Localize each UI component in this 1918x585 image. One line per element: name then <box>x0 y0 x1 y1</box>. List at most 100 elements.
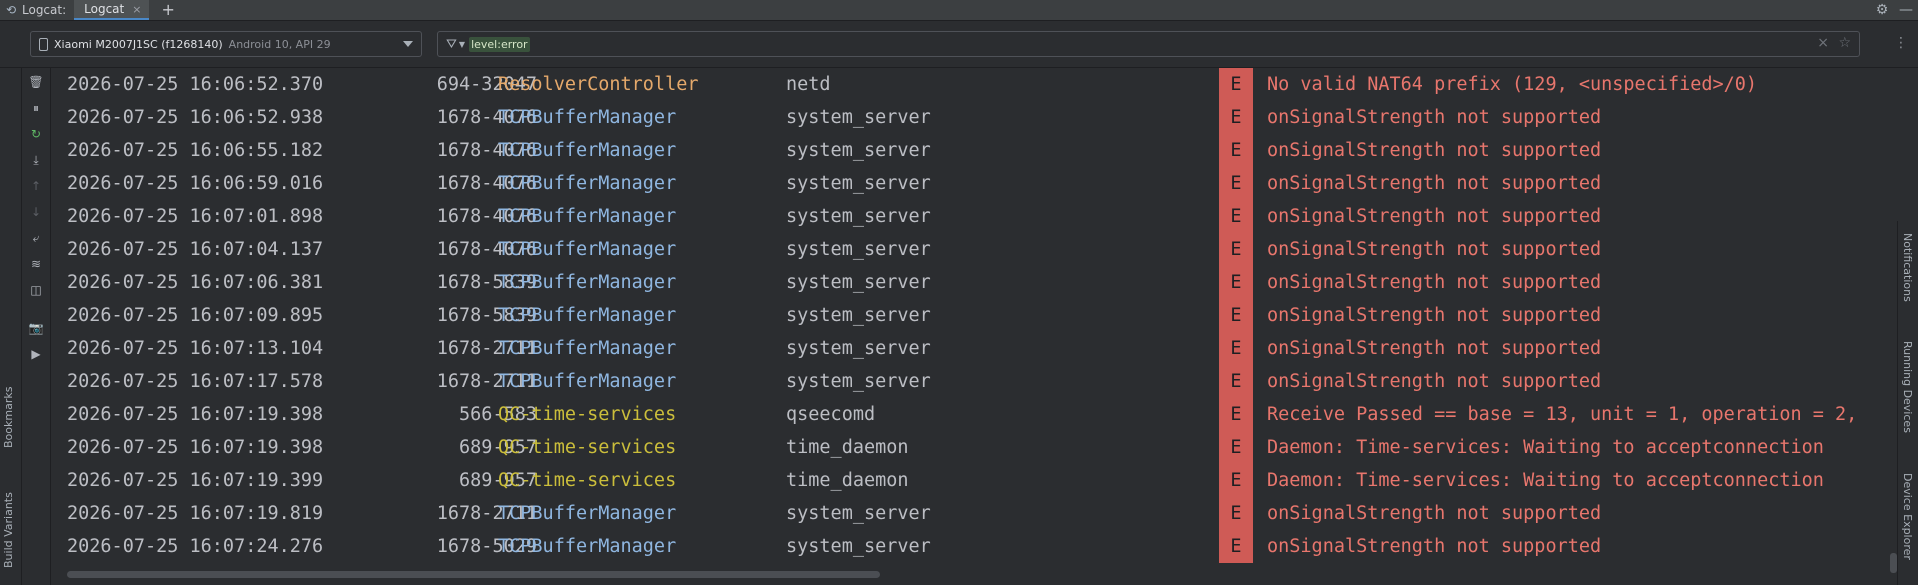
log-timestamp: 2026-07-25 16:07:19.399 <box>67 470 324 491</box>
restart-icon[interactable]: ↻ <box>22 124 50 144</box>
device-name: Xiaomi M2007J1SC (f1268140) <box>54 37 223 51</box>
logcat-actions-column: 🗑 ⏸ ↻ ⤓ ↑ ↓ ⤶ ≋ ◫ 📷 ▶ <box>22 68 51 585</box>
log-message: onSignalStrength not supported <box>1267 536 1602 557</box>
log-tag: TCPBufferManager <box>498 305 677 326</box>
log-level-badge: E <box>1219 134 1253 167</box>
log-tag: TCPBufferManager <box>498 503 677 524</box>
filter-funnel-icon[interactable]: ⛛ <box>446 37 457 52</box>
log-row[interactable]: 2026-07-25 16:06:59.016 1678-4076 TCPBuffe… <box>51 167 1897 200</box>
filter-history-caret-icon[interactable]: ▼ <box>459 40 465 49</box>
side-button-bookmarks[interactable]: Bookmarks <box>2 387 15 448</box>
log-row[interactable]: 2026-07-25 16:07:01.898 1678-4076 TCPBuffe… <box>51 200 1897 233</box>
log-message: onSignalStrength not supported <box>1267 239 1602 260</box>
favorite-filter-icon[interactable]: ☆ <box>1838 35 1851 51</box>
log-timestamp: 2026-07-25 16:06:52.938 <box>67 107 324 128</box>
side-button-running-devices[interactable]: Running Devices <box>1901 341 1914 433</box>
log-tag: QC-time-services <box>498 437 677 458</box>
log-level-badge: E <box>1219 68 1253 101</box>
tool-window-title: Logcat: <box>22 3 67 17</box>
device-api: Android 10, API 29 <box>228 37 331 51</box>
log-tag: TCPBufferManager <box>498 107 677 128</box>
log-timestamp: 2026-07-25 16:07:17.578 <box>67 371 324 392</box>
device-selector[interactable]: Xiaomi M2007J1SC (f1268140) Android 10, … <box>30 31 422 57</box>
clear-filter-icon[interactable]: × <box>1817 35 1829 51</box>
log-tag: TCPBufferManager <box>498 206 677 227</box>
minimize-icon[interactable]: — <box>1894 2 1918 18</box>
log-row[interactable]: 2026-07-25 16:07:19.399 689-957 QC-time-se… <box>51 464 1897 497</box>
logcat-filter[interactable]: ⛛ ▼ level:error × ☆ <box>437 31 1860 57</box>
log-process: time_daemon <box>786 470 909 491</box>
log-timestamp: 2026-07-25 16:07:01.898 <box>67 206 324 227</box>
screen-record-icon[interactable]: ▶ <box>22 344 50 364</box>
log-process: time_daemon <box>786 437 909 458</box>
log-timestamp: 2026-07-25 16:07:19.398 <box>67 404 324 425</box>
tab-logcat-label: Logcat <box>84 2 125 16</box>
log-row[interactable]: 2026-07-25 16:07:19.398 689-957 QC-time-se… <box>51 431 1897 464</box>
previous-occurrence-icon[interactable]: ↑ <box>22 176 50 196</box>
log-level-badge: E <box>1219 266 1253 299</box>
log-row[interactable]: 2026-07-25 16:07:19.819 1678-2711 TCPBuffe… <box>51 497 1897 530</box>
log-message: onSignalStrength not supported <box>1267 140 1602 161</box>
filter-input[interactable] <box>531 37 1132 51</box>
logcat-output[interactable]: 2026-07-25 16:06:52.370 694-32047 Resolver… <box>51 68 1897 568</box>
side-button-device-explorer[interactable]: Device Explorer <box>1901 473 1914 560</box>
log-row[interactable]: 2026-07-25 16:07:13.104 1678-2711 TCPBuffe… <box>51 332 1897 365</box>
log-timestamp: 2026-07-25 16:06:52.370 <box>67 74 324 95</box>
side-button-notifications[interactable]: Notifications <box>1901 233 1914 302</box>
scroll-to-end-icon[interactable]: ⤓ <box>22 150 50 170</box>
log-process: system_server <box>786 503 931 524</box>
log-tag: ResolverController <box>498 74 699 95</box>
log-tag: TCPBufferManager <box>498 371 677 392</box>
log-process: system_server <box>786 239 931 260</box>
tab-logcat[interactable]: Logcat × <box>74 0 150 20</box>
filter-query-text[interactable]: level:error <box>469 36 530 52</box>
logcat-tool-window-icon[interactable]: ⟲ <box>0 3 22 17</box>
log-timestamp: 2026-07-25 16:07:19.819 <box>67 503 324 524</box>
log-tag: TCPBufferManager <box>498 272 677 293</box>
log-row[interactable]: 2026-07-25 16:07:09.895 1678-5839 TCPBuffe… <box>51 299 1897 332</box>
log-level-badge: E <box>1219 233 1253 266</box>
log-level-badge: E <box>1219 332 1253 365</box>
format-icon[interactable]: ≋ <box>22 254 50 274</box>
log-process: system_server <box>786 272 931 293</box>
log-message: onSignalStrength not supported <box>1267 371 1602 392</box>
log-tag: TCPBufferManager <box>498 239 677 260</box>
log-row[interactable]: 2026-07-25 16:06:52.938 1678-4076 TCPBuffe… <box>51 101 1897 134</box>
log-tag: QC-time-services <box>498 470 677 491</box>
more-options-icon[interactable]: ⋮ <box>1894 35 1908 51</box>
log-row[interactable]: 2026-07-25 16:06:55.182 1678-4076 TCPBuffe… <box>51 134 1897 167</box>
vertical-scrollbar[interactable] <box>1890 553 1897 573</box>
log-message: No valid NAT64 prefix (129, <unspecified… <box>1267 74 1758 95</box>
log-row[interactable]: 2026-07-25 16:07:17.578 1678-2711 TCPBuffe… <box>51 365 1897 398</box>
log-row[interactable]: 2026-07-25 16:07:04.137 1678-4076 TCPBuffe… <box>51 233 1897 266</box>
add-tab-icon[interactable]: + <box>161 0 174 20</box>
side-button-build-variants[interactable]: Build Variants <box>2 492 15 568</box>
log-level-badge: E <box>1219 299 1253 332</box>
log-process: qseecomd <box>786 404 876 425</box>
log-process: system_server <box>786 338 931 359</box>
next-occurrence-icon[interactable]: ↓ <box>22 202 50 222</box>
close-tab-icon[interactable]: × <box>132 3 141 16</box>
screenshot-icon[interactable]: 📷 <box>22 318 50 338</box>
log-process: system_server <box>786 107 931 128</box>
log-level-badge: E <box>1219 365 1253 398</box>
clear-logcat-icon[interactable]: 🗑 <box>22 72 50 92</box>
settings-gear-icon[interactable]: ⚙ <box>1870 2 1894 18</box>
pause-icon[interactable]: ⏸ <box>22 98 50 118</box>
log-timestamp: 2026-07-25 16:06:59.016 <box>67 173 324 194</box>
soft-wrap-icon[interactable]: ⤶ <box>22 228 50 248</box>
chevron-down-icon <box>403 41 413 47</box>
log-row[interactable]: 2026-07-25 16:07:19.398 566-583 QC-time-se… <box>51 398 1897 431</box>
log-row[interactable]: 2026-07-25 16:06:52.370 694-32047 Resolver… <box>51 68 1897 101</box>
split-panels-icon[interactable]: ◫ <box>22 280 50 300</box>
log-row[interactable]: 2026-07-25 16:07:24.276 1678-5029 TCPBuffe… <box>51 530 1897 563</box>
log-level-badge: E <box>1219 167 1253 200</box>
log-message: Daemon: Time-services: Waiting to accept… <box>1267 470 1824 491</box>
log-process: system_server <box>786 206 931 227</box>
log-level-badge: E <box>1219 398 1253 431</box>
log-timestamp: 2026-07-25 16:07:04.137 <box>67 239 324 260</box>
log-row[interactable]: 2026-07-25 16:07:06.381 1678-5839 TCPBuffe… <box>51 266 1897 299</box>
tool-window-actions: ⚙ — <box>1870 0 1918 20</box>
log-message: onSignalStrength not supported <box>1267 173 1602 194</box>
horizontal-scrollbar[interactable] <box>67 571 880 578</box>
